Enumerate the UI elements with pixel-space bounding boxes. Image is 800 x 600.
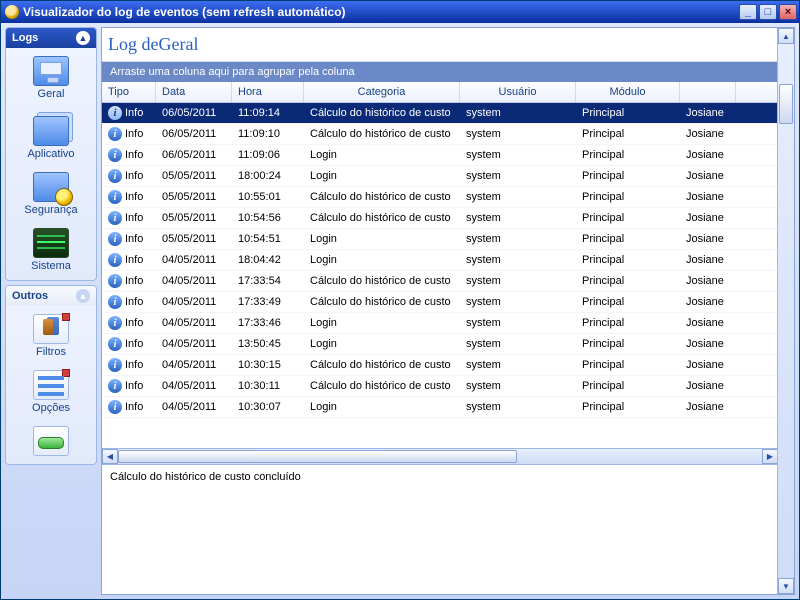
sidebar-item-filtros[interactable]: Filtros xyxy=(8,312,94,360)
maximize-button[interactable]: □ xyxy=(759,4,777,20)
info-icon: i xyxy=(108,253,122,267)
table-row[interactable]: iInfo05/05/201110:54:56Cálculo do histór… xyxy=(102,208,778,229)
sidebar-item-label: Segurança xyxy=(24,204,77,216)
info-icon: i xyxy=(108,190,122,204)
scroll-down-button[interactable]: ▼ xyxy=(778,578,794,594)
panel-title: Outros xyxy=(12,290,48,302)
table-row[interactable]: iInfo05/05/201118:00:24LoginsystemPrinci… xyxy=(102,166,778,187)
table-row[interactable]: iInfo06/05/201111:09:14Cálculo do histór… xyxy=(102,103,778,124)
table-row[interactable]: iInfo05/05/201110:55:01Cálculo do histór… xyxy=(102,187,778,208)
monitor-icon xyxy=(33,56,69,86)
grid-header: Tipo Data Hora Categoria Usuário Módulo xyxy=(102,82,778,103)
filter-tools-icon xyxy=(33,314,69,344)
info-icon: i xyxy=(108,232,122,246)
col-modulo[interactable]: Módulo xyxy=(576,82,680,102)
main-panel: ▲ ▼ Log deGeral Arraste uma coluna aqui … xyxy=(101,27,795,595)
info-icon: i xyxy=(108,358,122,372)
info-icon: i xyxy=(108,337,122,351)
window-title: Visualizador do log de eventos (sem refr… xyxy=(23,5,739,19)
minimize-button[interactable]: _ xyxy=(739,4,757,20)
scrollbar-track[interactable] xyxy=(118,449,762,464)
col-extra[interactable] xyxy=(680,82,736,102)
sidebar-item-extra[interactable] xyxy=(8,424,94,458)
sidebar-item-sistema[interactable]: Sistema xyxy=(8,226,94,274)
table-row[interactable]: iInfo04/05/201110:30:11Cálculo do histór… xyxy=(102,376,778,397)
col-usuario[interactable]: Usuário xyxy=(460,82,576,102)
sidebar-item-label: Opções xyxy=(32,402,70,414)
grid-body: iInfo06/05/201111:09:14Cálculo do histór… xyxy=(102,103,778,448)
info-icon: i xyxy=(108,148,122,162)
panel-header-outros[interactable]: Outros ▲ xyxy=(6,286,96,306)
col-categoria[interactable]: Categoria xyxy=(304,82,460,102)
panel-header-logs[interactable]: Logs ▲ xyxy=(6,28,96,48)
options-icon xyxy=(33,370,69,400)
table-row[interactable]: iInfo04/05/201118:04:42LoginsystemPrinci… xyxy=(102,250,778,271)
table-row[interactable]: iInfo04/05/201117:33:54Cálculo do histór… xyxy=(102,271,778,292)
log-grid: Tipo Data Hora Categoria Usuário Módulo … xyxy=(102,82,778,448)
col-tipo[interactable]: Tipo xyxy=(102,82,156,102)
system-monitor-icon xyxy=(33,228,69,258)
table-row[interactable]: iInfo06/05/201111:09:10Cálculo do histór… xyxy=(102,124,778,145)
scroll-right-button[interactable]: ▶ xyxy=(762,449,778,464)
vertical-scrollbar-thumb[interactable] xyxy=(779,84,793,124)
security-lock-icon xyxy=(33,172,69,202)
app-window: Visualizador do log de eventos (sem refr… xyxy=(0,0,800,600)
sidebar-item-seguranca[interactable]: Segurança xyxy=(8,170,94,218)
scroll-up-button[interactable]: ▲ xyxy=(778,28,794,44)
sidebar-item-label: Geral xyxy=(38,88,65,100)
sidebar-item-label: Aplicativo xyxy=(27,148,74,160)
table-row[interactable]: iInfo04/05/201117:33:49Cálculo do histór… xyxy=(102,292,778,313)
chevron-up-icon: ▲ xyxy=(76,31,90,45)
panel-logs: Logs ▲ Geral Aplicativo Segurança xyxy=(5,27,97,281)
info-icon: i xyxy=(108,316,122,330)
horizontal-scrollbar: ◀ ▶ xyxy=(102,448,778,464)
sidebar-item-geral[interactable]: Geral xyxy=(8,54,94,102)
sidebar-item-opcoes[interactable]: Opções xyxy=(8,368,94,416)
windows-icon xyxy=(33,116,69,146)
sidebar: Logs ▲ Geral Aplicativo Segurança xyxy=(1,23,101,599)
progress-icon xyxy=(33,426,69,456)
col-hora[interactable]: Hora xyxy=(232,82,304,102)
panel-outros: Outros ▲ Filtros Opções xyxy=(5,285,97,465)
sidebar-item-aplicativo[interactable]: Aplicativo xyxy=(8,110,94,162)
table-row[interactable]: iInfo04/05/201110:30:07LoginsystemPrinci… xyxy=(102,397,778,418)
chevron-up-icon: ▲ xyxy=(76,289,90,303)
detail-panel: Cálculo do histórico de custo concluído xyxy=(102,464,778,594)
info-icon: i xyxy=(108,106,122,120)
table-row[interactable]: iInfo05/05/201110:54:51LoginsystemPrinci… xyxy=(102,229,778,250)
titlebar[interactable]: Visualizador do log de eventos (sem refr… xyxy=(1,1,799,23)
info-icon: i xyxy=(108,211,122,225)
info-icon: i xyxy=(108,127,122,141)
table-row[interactable]: iInfo04/05/201113:50:45LoginsystemPrinci… xyxy=(102,334,778,355)
app-icon xyxy=(5,5,19,19)
info-icon: i xyxy=(108,379,122,393)
sidebar-item-label: Filtros xyxy=(36,346,66,358)
info-icon: i xyxy=(108,295,122,309)
close-button[interactable]: × xyxy=(779,4,797,20)
page-title: Log deGeral xyxy=(102,28,778,62)
table-row[interactable]: iInfo04/05/201110:30:15Cálculo do histór… xyxy=(102,355,778,376)
table-row[interactable]: iInfo04/05/201117:33:46LoginsystemPrinci… xyxy=(102,313,778,334)
info-icon: i xyxy=(108,400,122,414)
panel-title: Logs xyxy=(12,32,38,44)
sidebar-item-label: Sistema xyxy=(31,260,71,272)
group-by-bar[interactable]: Arraste uma coluna aqui para agrupar pel… xyxy=(102,62,778,82)
horizontal-scrollbar-thumb[interactable] xyxy=(118,450,517,463)
table-row[interactable]: iInfo06/05/201111:09:06LoginsystemPrinci… xyxy=(102,145,778,166)
col-data[interactable]: Data xyxy=(156,82,232,102)
scroll-left-button[interactable]: ◀ xyxy=(102,449,118,464)
info-icon: i xyxy=(108,169,122,183)
info-icon: i xyxy=(108,274,122,288)
